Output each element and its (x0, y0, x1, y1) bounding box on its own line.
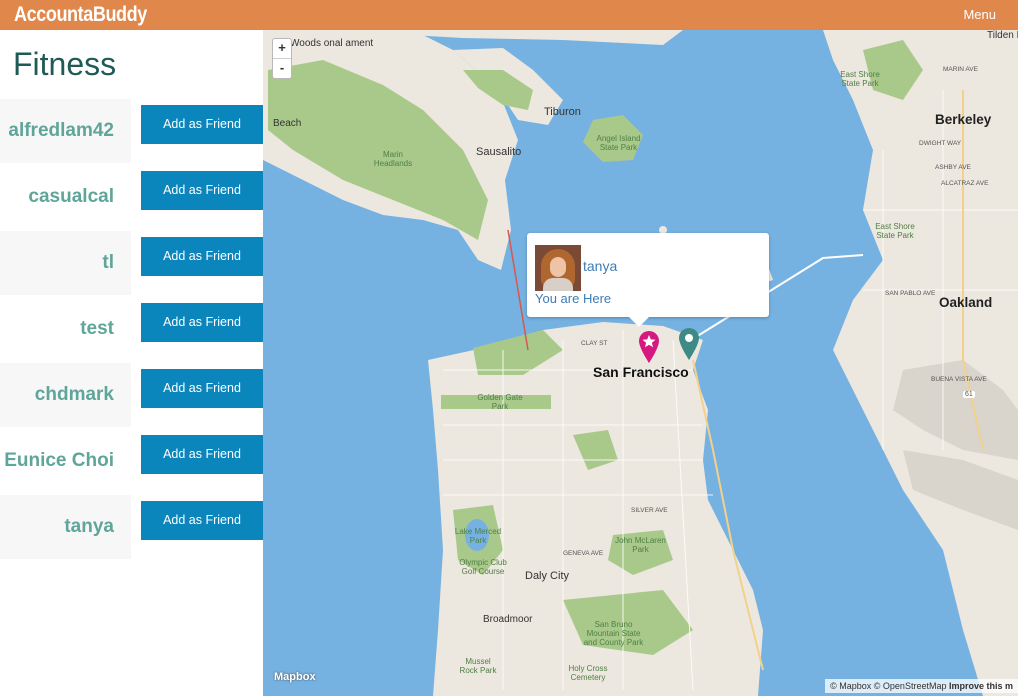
map-label: Beach (273, 118, 302, 129)
map-label: CLAY ST (581, 340, 608, 347)
map-attribution: © Mapbox © OpenStreetMap Improve this m (825, 679, 1018, 693)
map-label: John McLaren Park (615, 536, 666, 554)
user-row: casualcal Add as Friend (0, 165, 263, 229)
map-label: DWIGHT WAY (919, 140, 962, 147)
zoom-control: + - (272, 38, 292, 79)
user-name-cell: Eunice Choi (0, 429, 131, 493)
map-label: Golden Gate Park (477, 393, 523, 411)
top-bar: AccountaBuddy Menu (0, 0, 1018, 30)
map-label: Woods onal ament (290, 38, 374, 49)
map-label: Berkeley (935, 112, 992, 127)
add-friend-button[interactable]: Add as Friend (141, 237, 263, 276)
map-label: East Shore State Park (875, 222, 915, 240)
map-label: SILVER AVE (631, 507, 668, 514)
user-name[interactable]: tl (102, 252, 114, 274)
add-friend-button[interactable]: Add as Friend (141, 369, 263, 408)
user-location-marker[interactable] (637, 330, 661, 364)
map-label: Marin Headlands (373, 150, 413, 168)
attribution-text[interactable]: © Mapbox © OpenStreetMap (830, 681, 946, 691)
menu-button[interactable]: Menu (963, 7, 996, 22)
add-friend-button[interactable]: Add as Friend (141, 303, 263, 342)
map-label: Olympic Club Golf Course (459, 558, 507, 576)
map-label: ASHBY AVE (935, 164, 971, 171)
improve-map-link[interactable]: Improve this m (949, 681, 1013, 691)
page-title: Fitness (13, 46, 117, 82)
map-label: Broadmoor (483, 614, 533, 625)
user-name[interactable]: tanya (64, 516, 114, 538)
map-label: Daly City (525, 570, 570, 582)
map-label: BUENA VISTA AVE (931, 376, 987, 383)
user-name-cell: chdmark (0, 363, 131, 427)
add-friend-button[interactable]: Add as Friend (141, 171, 263, 210)
map[interactable]: Woods onal ament Tilden P Beach Marin He… (263, 30, 1018, 696)
user-name[interactable]: casualcal (28, 186, 114, 208)
user-name[interactable]: chdmark (35, 384, 114, 406)
map-label: San Francisco (593, 364, 689, 380)
user-name-cell: tanya (0, 495, 131, 559)
map-label: Angel Island State Park (596, 134, 641, 152)
brand-logo[interactable]: AccountaBuddy (14, 3, 147, 27)
map-label: SAN PABLO AVE (885, 290, 936, 297)
map-label: Holy Cross Cemetery (568, 664, 608, 682)
zoom-in-button[interactable]: + (273, 39, 291, 58)
user-name-cell: casualcal (0, 165, 131, 229)
location-popup: tanya You are Here (527, 233, 769, 327)
map-label: Mussel Rock Park (459, 657, 497, 675)
map-label: Lake Merced Park (454, 527, 502, 545)
avatar (535, 245, 581, 291)
mapbox-logo[interactable]: Mapbox (274, 671, 316, 683)
user-row: alfredlam42 Add as Friend (0, 99, 263, 163)
user-row: Eunice Choi Add as Friend (0, 429, 263, 493)
add-friend-button[interactable]: Add as Friend (141, 435, 263, 474)
map-label: San Bruno Mountain State and County Park (583, 620, 644, 647)
map-label: Oakland (939, 295, 993, 310)
zoom-out-button[interactable]: - (273, 58, 291, 78)
user-name-cell: alfredlam42 (0, 99, 131, 163)
user-row: tl Add as Friend (0, 231, 263, 295)
add-friend-button[interactable]: Add as Friend (141, 105, 263, 144)
map-label: 61 (963, 391, 975, 398)
user-name[interactable]: test (80, 318, 114, 340)
user-name-cell: tl (0, 231, 131, 295)
map-label: MARIN AVE (943, 66, 978, 73)
user-name[interactable]: alfredlam42 (8, 120, 114, 142)
friend-location-marker[interactable] (677, 327, 701, 361)
user-name[interactable]: Eunice Choi (4, 450, 114, 472)
map-label: Tilden P (987, 30, 1018, 41)
map-label: Tiburon (544, 106, 581, 118)
map-label: GENEVA AVE (563, 550, 604, 557)
map-label: East Shore State Park (840, 70, 880, 88)
user-row: test Add as Friend (0, 297, 263, 361)
sidebar: Fitness alfredlam42 Add as Friend casual… (0, 30, 263, 700)
map-label: Sausalito (476, 146, 522, 158)
user-row: chdmark Add as Friend (0, 363, 263, 427)
popup-username[interactable]: tanya (583, 258, 617, 274)
map-label: ALCATRAZ AVE (941, 180, 989, 187)
user-name-cell: test (0, 297, 131, 361)
user-row: tanya Add as Friend (0, 495, 263, 559)
add-friend-button[interactable]: Add as Friend (141, 501, 263, 540)
popup-subtitle[interactable]: You are Here (535, 291, 611, 306)
